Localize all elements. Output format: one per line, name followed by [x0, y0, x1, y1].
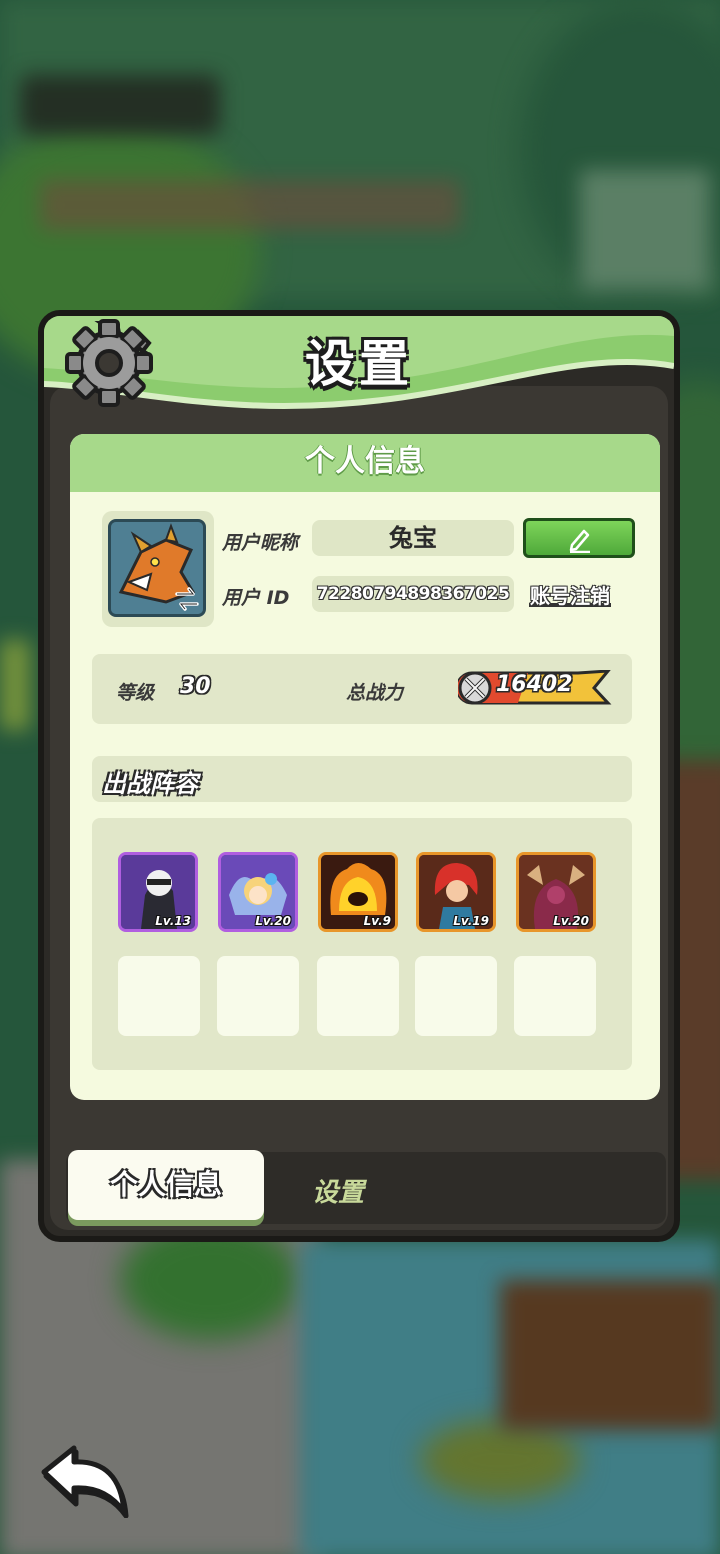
- delete-account-link[interactable]: 账号注销: [530, 580, 610, 609]
- empty-slot[interactable]: [317, 956, 399, 1036]
- avatar-frame[interactable]: [102, 511, 214, 627]
- tab-profile[interactable]: 个人信息: [68, 1150, 264, 1220]
- hero-slot-3[interactable]: Lv.9: [318, 852, 398, 932]
- pencil-icon: [569, 529, 590, 553]
- hero-level: Lv.20: [255, 914, 291, 928]
- level-label: 等级: [116, 682, 155, 704]
- user-id-label: 用户 ID: [222, 587, 290, 609]
- power-label: 总战力: [346, 682, 404, 704]
- empty-slot[interactable]: [514, 956, 596, 1036]
- avatar[interactable]: [108, 519, 206, 617]
- lineup-grid: Lv.13 Lv.20 Lv.9 Lv.19 Lv.20: [92, 818, 632, 1070]
- crossed-swords-icon: [464, 677, 486, 699]
- edit-nickname-button[interactable]: [523, 518, 635, 558]
- settings-panel: 设置 个人信息 用户昵称 兔宝 用户 ID 72280794898367025 …: [38, 310, 680, 1242]
- lineup-title: 出战阵容: [102, 770, 198, 798]
- power-badge: 16402: [458, 670, 612, 705]
- back-arrow-icon[interactable]: [36, 1442, 132, 1518]
- hero-slot-5[interactable]: Lv.20: [516, 852, 596, 932]
- stats-row: 等级 30 总战力 16402: [92, 654, 632, 724]
- hero-level: Lv.13: [155, 914, 191, 928]
- level-value: 30: [180, 674, 211, 699]
- card-header: 个人信息: [70, 434, 660, 492]
- gear-icon: [65, 319, 153, 407]
- nickname-field: 兔宝: [312, 520, 514, 556]
- hero-level: Lv.20: [553, 914, 589, 928]
- nickname-label: 用户昵称: [222, 532, 299, 554]
- user-id-field: 72280794898367025: [312, 576, 514, 612]
- profile-card: 个人信息 用户昵称 兔宝 用户 ID 72280794898367025 账号注…: [70, 434, 660, 1100]
- empty-slot[interactable]: [118, 956, 200, 1036]
- swap-icon[interactable]: [173, 586, 201, 612]
- lineup-header: 出战阵容: [92, 756, 632, 802]
- tab-settings[interactable]: 设置: [312, 1172, 364, 1209]
- hero-slot-1[interactable]: Lv.13: [118, 852, 198, 932]
- hero-slot-2[interactable]: Lv.20: [218, 852, 298, 932]
- empty-slot[interactable]: [415, 956, 497, 1036]
- hero-slot-4[interactable]: Lv.19: [416, 852, 496, 932]
- hero-level: Lv.9: [363, 914, 391, 928]
- power-value: 16402: [496, 672, 573, 697]
- hero-level: Lv.19: [453, 914, 489, 928]
- empty-slot[interactable]: [217, 956, 299, 1036]
